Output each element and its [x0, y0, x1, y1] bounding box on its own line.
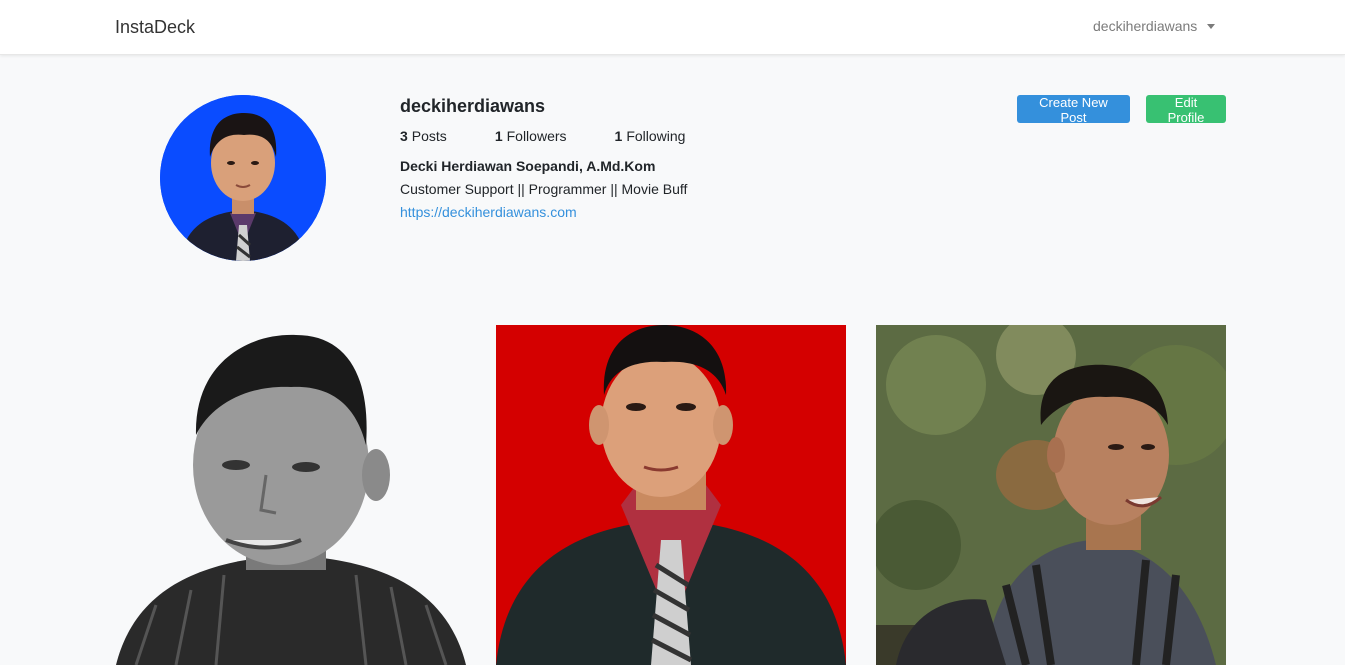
caret-down-icon [1207, 23, 1216, 29]
profile-stats: 3 Posts 1 Followers 1 Following [400, 126, 820, 146]
following-label: Following [626, 128, 686, 144]
following-stat: 1 Following [615, 126, 686, 146]
top-navbar: InstaDeck deckiherdiawans [0, 0, 1345, 55]
following-count: 1 [614, 128, 623, 144]
post-thumbnail-2[interactable] [496, 325, 846, 665]
profile-website-link[interactable]: https://deckiherdiawans.com [400, 202, 577, 222]
posts-stat: 3 Posts [400, 126, 447, 146]
profile-username: deckiherdiawans [400, 96, 546, 116]
profile-avatar [160, 95, 326, 261]
posts-count: 3 [400, 128, 408, 144]
followers-count: 1 [494, 128, 503, 144]
profile-info: deckiherdiawans 3 Posts 1 Followers 1 Follo… [400, 94, 820, 222]
brand-logo-link[interactable]: InstaDeck [115, 17, 195, 38]
followers-label: Followers [506, 128, 567, 144]
user-menu-label: deckiherdiawans [1093, 18, 1198, 34]
edit-profile-button[interactable]: Edit Profile [1146, 95, 1226, 125]
posts-label: Posts [411, 128, 447, 144]
post-thumbnail-3[interactable] [876, 325, 1226, 665]
user-dropdown-toggle[interactable]: deckiherdiawans [1093, 18, 1216, 34]
profile-full-name: Decki Herdiawan Soepandi, A.Md.Kom [400, 158, 656, 174]
followers-stat: 1 Followers [495, 126, 567, 146]
profile-bio: Customer Support || Programmer || Movie … [400, 181, 688, 197]
post-thumbnail-1[interactable] [116, 325, 466, 665]
create-new-post-button[interactable]: Create New Post [1017, 95, 1130, 125]
